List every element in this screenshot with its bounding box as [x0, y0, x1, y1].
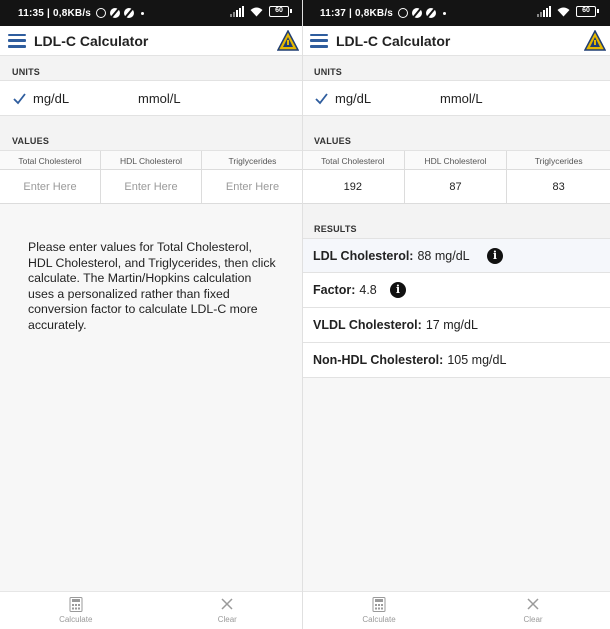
status-bar: 11:35 | 0,8KB/s 60 — [0, 0, 303, 26]
battery-icon: 60 — [269, 6, 292, 17]
result-ldl-cholesterol: LDL Cholesterol: 88 mg/dL i — [302, 238, 610, 273]
calculate-button[interactable]: Calculate — [0, 592, 152, 629]
wifi-icon — [250, 7, 263, 16]
hdl-cholesterol-input[interactable] — [404, 170, 507, 204]
alarm-icon — [398, 8, 409, 18]
values-grid: Total Cholesterol HDL Cholesterol Trigly… — [0, 150, 303, 204]
calculate-label: Calculate — [362, 615, 396, 624]
screen-results: 11:37 | 0,8KB/s 60 LDL-C Calculator UNIT… — [302, 0, 610, 629]
unit-option-mmoll[interactable]: mmol/L — [440, 91, 483, 106]
info-icon[interactable]: i — [487, 247, 503, 264]
wifi-icon — [557, 7, 570, 16]
close-icon — [527, 598, 539, 610]
column-header-triglycerides: Triglycerides — [507, 151, 610, 170]
result-label: VLDL Cholesterol: — [313, 318, 422, 332]
status-bar: 11:37 | 0,8KB/s 60 — [302, 0, 610, 26]
result-non-hdl-cholesterol: Non-HDL Cholesterol: 105 mg/dL — [302, 343, 610, 378]
result-vldl-cholesterol: VLDL Cholesterol: 17 mg/dL — [302, 308, 610, 343]
dnd-icon — [412, 8, 423, 18]
status-time: 11:37 | 0,8KB/s — [320, 7, 394, 19]
values-label: VALUES — [0, 116, 303, 150]
column-header-hdl-cholesterol: HDL Cholesterol — [404, 151, 507, 170]
result-label: LDL Cholesterol: — [313, 248, 414, 263]
column-header-hdl-cholesterol: HDL Cholesterol — [101, 151, 201, 170]
instructions-text: Please enter values for Total Cholestero… — [28, 240, 276, 332]
notification-dot-icon — [443, 11, 447, 15]
app-bar: LDL-C Calculator — [302, 26, 610, 56]
screen-divider — [302, 0, 303, 629]
app-bar: LDL-C Calculator — [0, 26, 303, 56]
result-value: 88 mg/dL — [417, 248, 470, 263]
values-grid: Total Cholesterol HDL Cholesterol Trigly… — [302, 150, 610, 204]
menu-icon[interactable] — [310, 33, 328, 48]
result-value: 4.8 — [359, 283, 377, 297]
check-icon — [315, 93, 328, 105]
blocked-icon — [426, 8, 437, 18]
unit-option-mgdl[interactable]: mg/dL — [335, 91, 371, 106]
check-icon — [13, 93, 26, 105]
app-title: LDL-C Calculator — [34, 32, 149, 49]
result-label: Factor: — [313, 283, 356, 297]
units-label: UNITS — [302, 56, 610, 80]
dnd-icon — [110, 8, 121, 18]
bottom-nav: Calculate Clear — [302, 591, 610, 629]
column-header-total-cholesterol: Total Cholesterol — [302, 151, 404, 170]
signal-icon — [230, 6, 244, 17]
info-icon[interactable]: i — [390, 282, 406, 298]
hdl-cholesterol-input[interactable] — [101, 170, 201, 204]
clear-button[interactable]: Clear — [456, 592, 610, 629]
clear-button[interactable]: Clear — [152, 592, 304, 629]
result-label: Non-HDL Cholesterol: — [313, 353, 444, 367]
units-selector: mg/dL mmol/L — [302, 80, 610, 116]
calculate-button[interactable]: Calculate — [302, 592, 456, 629]
triglycerides-input[interactable] — [507, 170, 610, 204]
notification-dot-icon — [141, 11, 145, 15]
menu-icon[interactable] — [8, 33, 26, 48]
app-title: LDL-C Calculator — [336, 32, 451, 49]
total-cholesterol-input[interactable] — [0, 170, 100, 204]
units-label: UNITS — [0, 56, 303, 80]
column-header-total-cholesterol: Total Cholesterol — [0, 151, 100, 170]
unit-option-mmoll[interactable]: mmol/L — [138, 91, 181, 106]
screen-input: 11:35 | 0,8KB/s 60 LDL-C Calculator UNIT… — [0, 0, 303, 629]
values-label: VALUES — [302, 116, 610, 150]
unit-option-mgdl[interactable]: mg/dL — [33, 91, 69, 106]
column-header-triglycerides: Triglycerides — [202, 151, 303, 170]
triglycerides-input[interactable] — [202, 170, 303, 204]
calculator-icon — [372, 597, 386, 612]
logo-icon — [584, 30, 606, 51]
result-factor: Factor: 4.8 i — [302, 273, 610, 308]
logo-icon — [277, 30, 299, 51]
status-time: 11:35 | 0,8KB/s — [18, 7, 92, 19]
bottom-nav: Calculate Clear — [0, 591, 303, 629]
units-selector: mg/dL mmol/L — [0, 80, 303, 116]
result-value: 105 mg/dL — [447, 353, 507, 367]
clear-label: Clear — [523, 615, 543, 624]
close-icon — [221, 598, 233, 610]
total-cholesterol-input[interactable] — [302, 170, 404, 204]
calculate-label: Calculate — [59, 615, 93, 624]
blocked-icon — [124, 8, 135, 18]
clear-label: Clear — [217, 615, 237, 624]
results-label: RESULTS — [302, 204, 610, 238]
calculator-icon — [69, 597, 83, 612]
alarm-icon — [96, 8, 107, 18]
result-value: 17 mg/dL — [425, 318, 478, 332]
signal-icon — [537, 6, 551, 17]
battery-icon: 60 — [576, 6, 599, 17]
